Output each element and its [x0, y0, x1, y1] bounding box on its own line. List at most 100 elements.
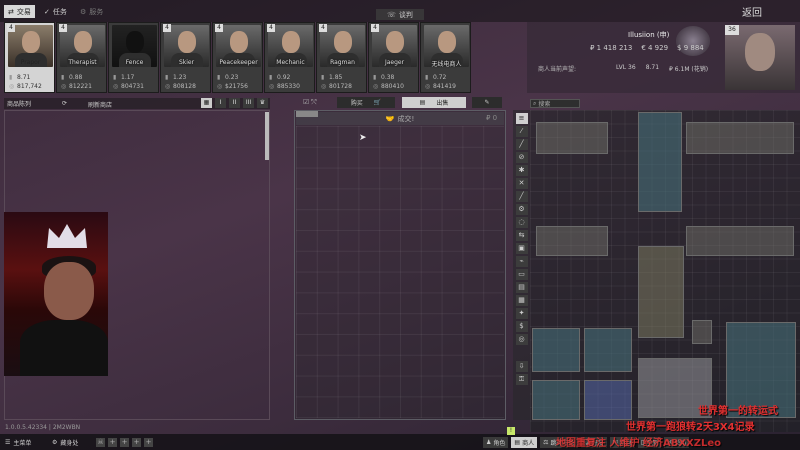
trader-card-jaeger[interactable]: 4 Jaeger ▮ 0.38 ◎ 880410: [368, 22, 419, 93]
stash-search-input[interactable]: ⌕ 搜索: [530, 99, 580, 108]
filter-ammo-button[interactable]: ◌: [515, 217, 528, 228]
money-icon: ◎: [425, 83, 431, 90]
filter-tools-button[interactable]: ✕: [515, 178, 528, 189]
stream-overlay-line: 世界第一跑狼转2天3X4记录: [626, 422, 755, 433]
hideout-button[interactable]: ⚙ 藏身处: [52, 437, 78, 448]
trader-list: 4 Prapor ▮ 8.71 ◎ 817,742 4 Therapist ▮ …: [4, 22, 471, 93]
trader-card-skier[interactable]: 4 Skier ▮ 1.23 ◎ 808128: [160, 22, 211, 93]
deal-button[interactable]: 🤝 成交!: [296, 112, 504, 125]
filter-keys-button[interactable]: ▦: [515, 295, 528, 306]
trader-card-radio[interactable]: 无线电商人 ▮ 0.72 ◎ 841419: [420, 22, 471, 93]
stash-grid[interactable]: [530, 110, 800, 432]
view-2-button[interactable]: II: [229, 98, 240, 108]
filter-food-button[interactable]: ◎: [515, 334, 528, 345]
tools-button[interactable]: ✎: [472, 97, 502, 108]
money-icon: ◎: [61, 83, 67, 90]
shop-scrollbar[interactable]: [265, 112, 269, 160]
view-3-button[interactable]: III: [243, 98, 254, 108]
spent-value: ₽ 6.1M (花销): [669, 66, 709, 73]
streamer-body: [20, 320, 108, 376]
dollars-value: $ 9 884: [677, 44, 704, 52]
filter-money-button[interactable]: $: [515, 321, 528, 332]
add-slot-icon[interactable]: +: [132, 438, 141, 447]
standing-icon: ▮: [373, 74, 377, 81]
filter-container-button[interactable]: ▣: [515, 243, 528, 254]
stash-item[interactable]: [686, 226, 794, 256]
task-icon: ✓: [44, 7, 50, 16]
filter-armor-button[interactable]: ⊘: [515, 152, 528, 163]
stash-item[interactable]: [638, 112, 682, 212]
filter-bags-button[interactable]: ▭: [515, 269, 528, 280]
tab-trade[interactable]: ⇄ 交易: [4, 5, 35, 18]
standing-icon: ▮: [61, 74, 65, 81]
money-icon: ◎: [373, 83, 379, 90]
filter-knife-button[interactable]: ⁄: [515, 126, 528, 137]
deal-grid[interactable]: [296, 126, 504, 418]
streamer-face: [44, 262, 94, 320]
filter-meds-button[interactable]: ✱: [515, 165, 528, 176]
stash-item[interactable]: [584, 328, 632, 372]
filter-weapon-button[interactable]: ╱: [515, 139, 528, 150]
player-standing: LVL 36 8.71 ₽ 6.1M (花销): [616, 64, 708, 73]
sort-button[interactable]: ⇩: [515, 361, 528, 372]
stash-item[interactable]: [584, 380, 632, 420]
cart-icon: 🛒: [373, 99, 382, 106]
view-4-button[interactable]: ♛: [257, 98, 268, 108]
stream-overlay-line: 地图重复注 人维护 经济ABXXZLeo: [556, 438, 722, 449]
lock-button[interactable]: ⚿: [515, 374, 528, 385]
back-button[interactable]: 返回: [742, 4, 762, 19]
tab-tasks[interactable]: ✓ 任务: [40, 5, 71, 18]
stash-item[interactable]: [536, 226, 608, 256]
filter-mods-button[interactable]: ⚙: [515, 204, 528, 215]
stash-item[interactable]: [536, 122, 608, 154]
character-button[interactable]: ♟ 角色: [483, 436, 509, 448]
trade-toggle-icons[interactable]: ☑ ⤲: [303, 98, 317, 107]
tab-sell[interactable]: ▤ 出售: [402, 97, 466, 108]
add-slot-icon[interactable]: +: [120, 438, 129, 447]
tab-buy[interactable]: 购买 🛒: [337, 97, 395, 108]
standing-value: 8.71: [645, 64, 660, 71]
player-name: Illusiion (申): [628, 31, 670, 39]
stash-item[interactable]: [638, 246, 684, 338]
trader-card-prapor[interactable]: 4 Prapor ▮ 8.71 ◎ 817,742: [4, 22, 55, 93]
filter-info-button[interactable]: ▤: [515, 282, 528, 293]
trader-card-peacekeeper[interactable]: 4 Peacekeeper ▮ 0.23 ◎ $21756: [212, 22, 263, 93]
phone-icon: ☏: [387, 10, 396, 19]
mouse-cursor-icon: ➤: [359, 133, 367, 143]
stash-item[interactable]: [532, 328, 580, 372]
stash-item[interactable]: [692, 320, 712, 344]
trader-icon: ▤: [514, 438, 521, 446]
stash-item[interactable]: [532, 380, 580, 420]
shuffle-icon: ⤲: [311, 98, 317, 106]
view-grid-button[interactable]: ▦: [201, 98, 212, 108]
tab-services[interactable]: ⚙ 服务: [76, 5, 107, 18]
search-icon: ⌕: [533, 99, 537, 107]
refresh-button[interactable]: ⟳ 刷新商店: [62, 100, 112, 109]
stash-item[interactable]: [686, 122, 794, 154]
filter-melee-button[interactable]: ╱: [515, 191, 528, 202]
traders-button[interactable]: ▤ 商人: [511, 436, 538, 448]
trader-card-therapist[interactable]: 4 Therapist ▮ 0.88 ◎ 812221: [56, 22, 107, 93]
filter-electronics-button[interactable]: ⌁: [515, 256, 528, 267]
trader-card-fence[interactable]: Fence ▮ 1.17 ◎ 804731: [108, 22, 159, 93]
main-menu-button[interactable]: ☰ 主菜单: [5, 437, 31, 448]
tab-negotiation[interactable]: ☏ 谈判: [376, 9, 424, 20]
trader-card-mechanic[interactable]: 4 Mechanic ▮ 0.92 ◎ 885330: [264, 22, 315, 93]
add-slot-icon[interactable]: +: [108, 438, 117, 447]
standing-label: 商人当前声望:: [538, 66, 577, 73]
view-1-button[interactable]: I: [215, 98, 226, 108]
filter-all-button[interactable]: ≡: [515, 113, 528, 124]
service-icon: ⚙: [80, 7, 87, 16]
flea-icon: ⚖: [543, 438, 549, 446]
crown-icon: [47, 224, 87, 248]
notification-badge: !: [507, 427, 515, 435]
trader-card-ragman[interactable]: 4 Ragman ▮ 1.85 ◎ 801728: [316, 22, 367, 93]
deal-tag: [296, 111, 318, 117]
standing-icon: ▮: [269, 74, 273, 81]
menu-icon: ☰: [5, 439, 11, 446]
skull-icon[interactable]: ☠: [96, 438, 105, 447]
add-slot-icon[interactable]: +: [144, 438, 153, 447]
filter-barter-button[interactable]: ⇆: [515, 230, 528, 241]
filter-special-button[interactable]: ✦: [515, 308, 528, 319]
money-icon: ◎: [321, 83, 327, 90]
